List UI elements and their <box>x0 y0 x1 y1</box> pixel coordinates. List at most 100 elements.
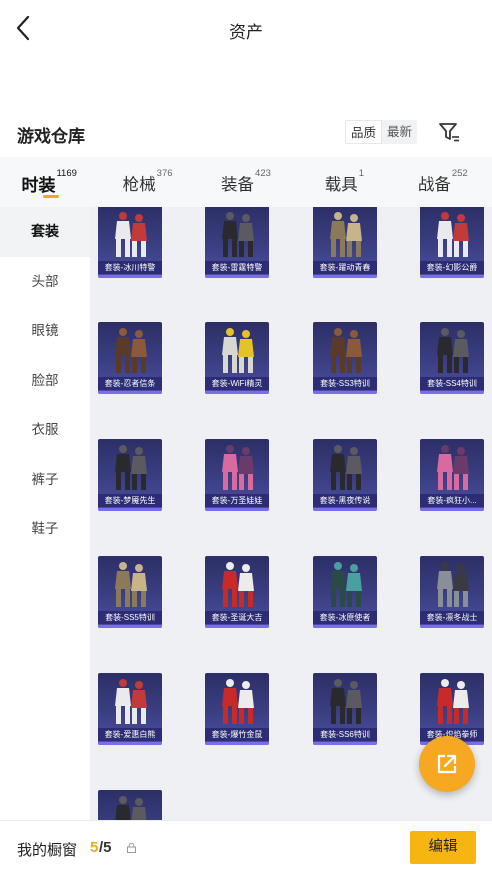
outfit-item-label: 套装-疯狂小... <box>420 494 484 507</box>
outfit-item-card[interactable]: 套装-爆竹金鼠 <box>205 673 269 745</box>
sidebar-item-pants[interactable]: 裤子 <box>0 455 90 505</box>
outfit-item-card[interactable]: 套装-炽焰拳师 <box>420 673 484 745</box>
outfit-item-label: 套装-万圣娃娃 <box>205 494 269 507</box>
card-quality-stripe <box>98 742 162 745</box>
tab-count: 252 <box>451 168 468 179</box>
outfit-item-card[interactable]: 套装-幻影公爵 <box>420 207 484 278</box>
outfit-figure-image <box>437 328 469 373</box>
card-quality-stripe <box>98 391 162 394</box>
outfit-item-label: 套装-忍者信条 <box>98 377 162 390</box>
outfit-item-label: 套装-凛冬战士 <box>420 611 484 624</box>
outfit-figure-image <box>437 212 469 257</box>
tab-count: 1 <box>358 168 365 179</box>
outfit-figure-image <box>222 445 254 490</box>
outfit-figure-image <box>115 445 147 490</box>
edit-button[interactable]: 编辑 <box>410 831 476 864</box>
outfit-figure-image <box>222 562 254 607</box>
sidebar-item-clothes[interactable]: 衣服 <box>0 405 90 455</box>
outfit-item-label: 套装-幻影公爵 <box>420 261 484 274</box>
outfit-item-label: 套装-黑夜传说 <box>313 494 377 507</box>
card-quality-stripe <box>420 625 484 628</box>
tab-guns[interactable]: 枪械376 <box>98 157 196 207</box>
tab-label: 装备 <box>221 176 255 194</box>
card-quality-stripe <box>420 275 484 278</box>
card-quality-stripe <box>313 625 377 628</box>
card-quality-stripe <box>420 391 484 394</box>
share-external-icon <box>437 754 457 774</box>
outfit-item-label: 套装-冰川特警 <box>98 261 162 274</box>
card-quality-stripe <box>205 508 269 511</box>
warehouse-header: 游戏仓库 品质 最新 <box>0 118 492 148</box>
outfit-item-card[interactable]: 套装-SS3特训 <box>313 322 377 394</box>
outfit-item-card[interactable]: 套装-躍动青春 <box>313 207 377 278</box>
outfit-figure-image <box>437 562 469 607</box>
card-quality-stripe <box>205 625 269 628</box>
outfit-figure-image <box>330 562 362 607</box>
outfit-item-card[interactable]: 套装-梦魇先生 <box>98 439 162 511</box>
card-quality-stripe <box>420 508 484 511</box>
card-quality-stripe <box>313 742 377 745</box>
outfit-figure-image <box>330 679 362 724</box>
outfit-item-card[interactable]: 套装-冰原使者 <box>313 556 377 628</box>
showcase-total-count: /5 <box>99 839 112 856</box>
outfit-figure-image <box>437 445 469 490</box>
outfit-item-card[interactable]: 套装-万圣娃娃 <box>205 439 269 511</box>
tab-label: 战备 <box>417 176 451 194</box>
outfit-figure-image <box>330 328 362 373</box>
outfit-figure-image <box>115 212 147 257</box>
filter-icon[interactable] <box>437 120 461 144</box>
outfit-item-card[interactable]: 套装-疯狂小... <box>420 439 484 511</box>
sort-toggle: 品质 最新 <box>345 120 418 144</box>
sidebar-item-outfit[interactable]: 套装 <box>0 207 90 257</box>
card-quality-stripe <box>313 275 377 278</box>
warehouse-title: 游戏仓库 <box>17 127 85 146</box>
outfit-item-label: 套装-躍动青春 <box>313 261 377 274</box>
outfit-item-card[interactable]: 套装-雷霆特警 <box>205 207 269 278</box>
tab-count: 423 <box>255 168 271 179</box>
outfit-item-label: 套装-圣诞大吉 <box>205 611 269 624</box>
active-tab-indicator <box>43 195 59 198</box>
sidebar-item-face[interactable]: 脸部 <box>0 356 90 406</box>
outfit-item-card[interactable]: 套装-黑夜传说 <box>313 439 377 511</box>
outfit-item-card[interactable] <box>98 790 162 820</box>
sidebar-item-glasses[interactable]: 眼镜 <box>0 306 90 356</box>
sort-newest-option[interactable]: 最新 <box>382 120 417 144</box>
sidebar-item-shoes[interactable]: 鞋子 <box>0 504 90 554</box>
outfit-item-label: 套装-SS4特训 <box>420 377 484 390</box>
tab-count: 376 <box>156 168 173 179</box>
card-quality-stripe <box>98 508 162 511</box>
card-quality-stripe <box>313 508 377 511</box>
outfit-item-card[interactable]: 套装-爱惠白熊 <box>98 673 162 745</box>
outfit-item-card[interactable]: 套装-WiFi精灵 <box>205 322 269 394</box>
tab-supplies[interactable]: 战备252 <box>394 157 492 207</box>
sidebar-item-head[interactable]: 头部 <box>0 257 90 307</box>
outfit-item-label: 套装-SS6特训 <box>313 728 377 741</box>
outfit-item-label: 套装-WiFi精灵 <box>205 377 269 390</box>
card-quality-stripe <box>205 275 269 278</box>
outfit-item-card[interactable]: 套装-凛冬战士 <box>420 556 484 628</box>
tab-equipment[interactable]: 装备423 <box>197 157 295 207</box>
card-quality-stripe <box>98 625 162 628</box>
card-quality-stripe <box>205 742 269 745</box>
outfit-item-card[interactable]: 套装-SS5特训 <box>98 556 162 628</box>
outfit-item-card[interactable]: 套装-圣诞大吉 <box>205 556 269 628</box>
showcase-bar: 我的橱窗 5 /5 编辑 <box>0 820 492 876</box>
outfit-item-card[interactable]: 套装-SS4特训 <box>420 322 484 394</box>
outfit-item-card[interactable]: 套装-SS6特训 <box>313 673 377 745</box>
outfit-item-label: 套装-冰原使者 <box>313 611 377 624</box>
outfit-item-label: 套装-SS5特训 <box>98 611 162 624</box>
card-quality-stripe <box>205 391 269 394</box>
share-button[interactable] <box>419 736 475 792</box>
sort-quality-option[interactable]: 品质 <box>345 120 383 144</box>
outfit-item-label: 套装-雷霆特警 <box>205 261 269 274</box>
outfit-item-card[interactable]: 套装-冰川特警 <box>98 207 162 278</box>
page-title: 资产 <box>229 23 263 42</box>
item-grid: 套装-冰川特警 套装-雷霆特警 套装-躍动青春 套装-幻影公爵套装-忍者信条 套装-Wi… <box>90 207 492 820</box>
tab-fashion[interactable]: 时装1169 <box>0 157 98 207</box>
category-tabs: 时装1169 枪械376 装备423 载具1 战备252 <box>0 157 492 207</box>
outfit-figure-image <box>222 679 254 724</box>
tab-vehicles[interactable]: 载具1 <box>295 157 393 207</box>
outfit-figure-image <box>115 679 147 724</box>
outfit-item-card[interactable]: 套装-忍者信条 <box>98 322 162 394</box>
outfit-item-label: 套装-梦魇先生 <box>98 494 162 507</box>
